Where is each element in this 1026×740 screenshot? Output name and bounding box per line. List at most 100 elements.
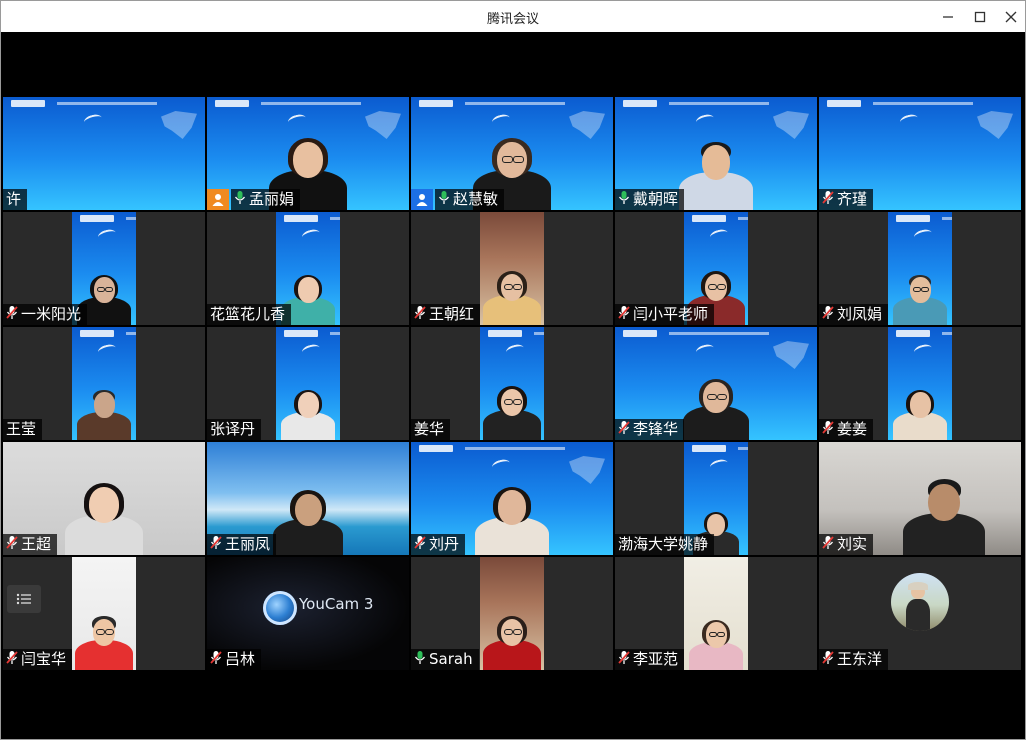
participant-name: 吕林 — [225, 650, 256, 668]
minimize-icon — [943, 15, 953, 18]
participant-tile[interactable]: 齐瑾 — [819, 97, 1021, 210]
participant-tile[interactable]: 王莹 — [3, 327, 205, 440]
participant-video — [480, 212, 544, 325]
participant-video — [72, 327, 136, 440]
user-icon — [212, 194, 224, 206]
participant-name: 戴朝晖 — [633, 190, 679, 208]
participant-video — [480, 557, 544, 670]
participant-nametag: 李锋华 — [615, 419, 685, 440]
microphone-muted-icon — [822, 651, 834, 664]
host-badge-icon — [207, 189, 229, 210]
participant-name: 渤海大学姚静 — [618, 535, 709, 553]
participant-name: 刘凤娟 — [837, 305, 883, 323]
participant-tile[interactable]: 赵慧敏 — [411, 97, 613, 210]
participant-name: 李锋华 — [633, 420, 679, 438]
participant-nametag: 王超 — [3, 534, 58, 555]
tencent-meeting-window: 腾讯会议 许 孟丽娟 赵慧敏 戴朝晖 齐瑾一米阳光 花篮花儿香 王朝红 闫小平老师 刘凤娟王莹 张… — [0, 0, 1026, 740]
microphone-muted-icon — [822, 536, 834, 549]
participant-video — [888, 327, 952, 440]
participant-nametag: 戴朝晖 — [615, 189, 685, 210]
microphone-muted-icon — [414, 306, 426, 319]
participant-tile[interactable]: 刘凤娟 — [819, 212, 1021, 325]
participant-name: 闫小平老师 — [633, 305, 709, 323]
participant-name: 孟丽娟 — [249, 190, 295, 208]
participant-tile[interactable]: 王东洋 — [819, 557, 1021, 670]
participant-tile[interactable]: 渤海大学姚静 — [615, 442, 817, 555]
microphone-muted-icon — [414, 536, 426, 549]
cohost-badge-icon — [411, 189, 433, 210]
participant-name: 姜华 — [414, 420, 445, 438]
participant-name: 姜姜 — [837, 420, 868, 438]
user-icon — [416, 194, 428, 206]
participant-name: 闫宝华 — [21, 650, 67, 668]
participant-name: 李亚范 — [633, 650, 679, 668]
participant-nametag: 刘凤娟 — [819, 304, 889, 325]
participant-nametag: 李亚范 — [615, 649, 685, 670]
microphone-on-icon — [438, 191, 450, 204]
participant-list-button[interactable] — [7, 585, 41, 613]
close-icon — [1005, 11, 1017, 22]
participant-video — [276, 327, 340, 440]
participant-nametag: 姜姜 — [819, 419, 874, 440]
participant-nametag: 赵慧敏 — [435, 189, 505, 210]
participant-name: 王丽凤 — [225, 535, 271, 553]
participant-name: 王东洋 — [837, 650, 883, 668]
title-bar: 腾讯会议 — [1, 1, 1025, 32]
microphone-muted-icon — [822, 191, 834, 204]
maximize-button[interactable] — [963, 1, 997, 32]
participant-tile[interactable]: 闫宝华 — [3, 557, 205, 670]
participant-nametag: 许 — [3, 189, 28, 210]
participant-nametag: 孟丽娟 — [231, 189, 301, 210]
participant-tile[interactable]: 姜姜 — [819, 327, 1021, 440]
participant-tile[interactable]: 李亚范 — [615, 557, 817, 670]
maximize-icon — [974, 11, 986, 22]
list-menu-icon — [16, 593, 31, 605]
participant-tile[interactable]: 刘丹 — [411, 442, 613, 555]
microphone-muted-icon — [618, 421, 630, 434]
participant-name: Sarah — [429, 650, 473, 668]
participant-tile[interactable]: 姜华 — [411, 327, 613, 440]
minimize-button[interactable] — [931, 1, 965, 32]
participant-nametag: Sarah — [411, 649, 479, 670]
participant-nametag: 齐瑾 — [819, 189, 874, 210]
participant-tile[interactable]: 刘实 — [819, 442, 1021, 555]
participant-name: 王莹 — [6, 420, 37, 438]
avatar — [891, 573, 949, 631]
microphone-muted-icon — [822, 421, 834, 434]
participant-tile[interactable]: 花篮花儿香 — [207, 212, 409, 325]
participant-tile[interactable]: 许 — [3, 97, 205, 210]
participant-name: 花篮花儿香 — [210, 305, 286, 323]
participant-video — [684, 557, 748, 670]
participant-tile[interactable]: 李锋华 — [615, 327, 817, 440]
participant-video — [72, 557, 136, 670]
close-button[interactable] — [994, 1, 1025, 32]
participant-nametag: 吕林 — [207, 649, 262, 670]
participant-tile[interactable]: 戴朝晖 — [615, 97, 817, 210]
participant-name: 王超 — [21, 535, 52, 553]
participant-nametag: 王东洋 — [819, 649, 889, 670]
participant-name: 齐瑾 — [837, 190, 868, 208]
microphone-muted-icon — [210, 536, 222, 549]
participant-nametag: 王莹 — [3, 419, 43, 440]
participant-nametag: 姜华 — [411, 419, 451, 440]
participant-tile[interactable]: 王超 — [3, 442, 205, 555]
participant-nametag: 刘丹 — [411, 534, 466, 555]
participant-name: 张译丹 — [210, 420, 256, 438]
participant-nametag: 刘实 — [819, 534, 874, 555]
participant-tile[interactable]: 王丽凤 — [207, 442, 409, 555]
participant-video — [480, 327, 544, 440]
participant-tile[interactable]: 闫小平老师 — [615, 212, 817, 325]
participant-nametag: 张译丹 — [207, 419, 262, 440]
participant-video — [888, 212, 952, 325]
participant-name: 刘丹 — [429, 535, 460, 553]
participant-nametag: 花篮花儿香 — [207, 304, 292, 325]
participant-tile[interactable]: 孟丽娟 — [207, 97, 409, 210]
microphone-on-icon — [414, 651, 426, 664]
participant-tile[interactable]: 一米阳光 — [3, 212, 205, 325]
participant-tile[interactable]: Sarah — [411, 557, 613, 670]
participant-tile[interactable]: 张译丹 — [207, 327, 409, 440]
participant-name: 一米阳光 — [21, 305, 82, 323]
participant-tile[interactable]: 王朝红 — [411, 212, 613, 325]
participant-tile[interactable]: YouCam 3 吕林 — [207, 557, 409, 670]
participant-nametag: 闫宝华 — [3, 649, 73, 670]
